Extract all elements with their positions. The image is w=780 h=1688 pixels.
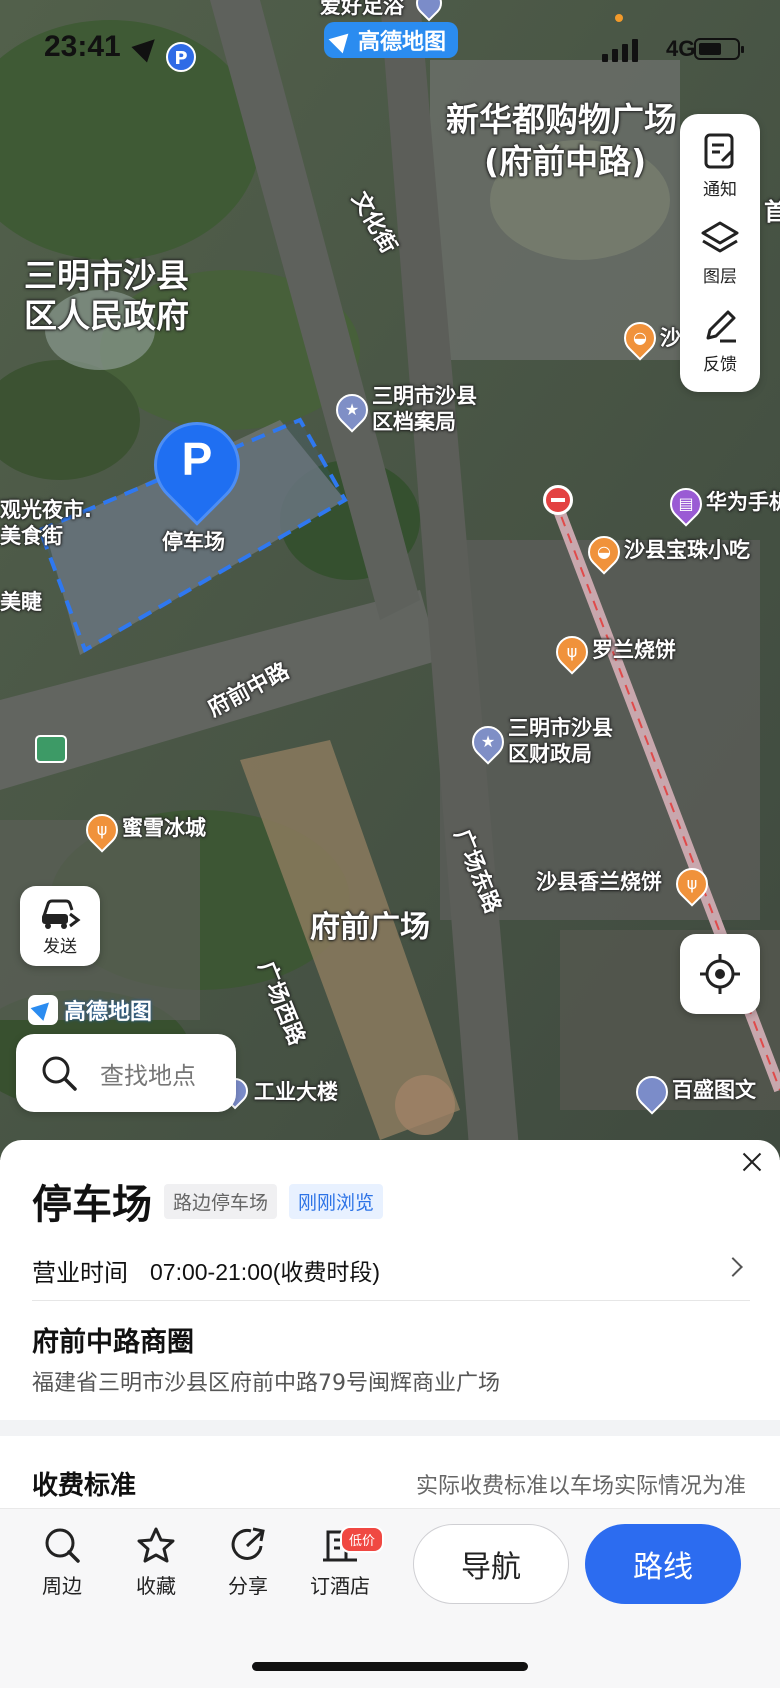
hours-value: 07:00-21:00(收费时段) <box>150 1259 381 1285</box>
poi-label-gongye[interactable]: 工业大楼 <box>254 1080 338 1105</box>
poi-label-baozhu[interactable]: 沙县宝珠小吃 <box>624 538 750 563</box>
chevron-right-icon <box>723 1257 743 1277</box>
nearby-button[interactable]: 周边 <box>22 1526 102 1599</box>
favorite-label: 收藏 <box>136 1574 176 1598</box>
place-type-tag: 路边停车场 <box>164 1183 278 1219</box>
layers-label: 图层 <box>703 267 737 288</box>
parking-p-glyph: P <box>181 433 213 485</box>
search-input[interactable]: 查找地点 <box>16 1034 236 1112</box>
government-label-1[interactable]: 三明市沙县 <box>24 256 189 296</box>
place-title-row: 停车场 路边停车场 刚刚浏览 <box>32 1172 384 1230</box>
no-entry-icon <box>543 485 573 515</box>
share-label: 分享 <box>228 1574 268 1598</box>
fee-note: 实际收费标准以车场实际情况为准 <box>415 1474 746 1499</box>
home-indicator[interactable] <box>252 1662 528 1671</box>
notify-label: 通知 <box>703 180 737 201</box>
plaza-label[interactable]: 府前广场 <box>310 910 430 946</box>
share-icon <box>231 1527 265 1560</box>
recently-viewed-tag: 刚刚浏览 <box>289 1183 384 1219</box>
star-icon <box>137 1527 175 1563</box>
finance-label-2[interactable]: 区财政局 <box>508 742 592 767</box>
map-tool-panel: 通知 图层 反馈 <box>680 114 760 392</box>
business-area-title: 府前中路商圈 <box>32 1327 194 1358</box>
night-market-label-1[interactable]: 观光夜市. <box>0 498 92 523</box>
bus-stop-icon[interactable] <box>35 735 67 763</box>
crosshair-icon <box>700 954 740 994</box>
poi-label-partial[interactable]: 首 <box>764 198 780 227</box>
parking-marker[interactable]: P <box>136 404 258 526</box>
poi-label-meijie[interactable]: 美睫 <box>0 590 42 615</box>
signal-strength-icon <box>602 36 638 62</box>
poi-label-partial[interactable]: 沙 <box>660 326 681 351</box>
send-to-car-button[interactable]: 发送 <box>20 886 100 966</box>
locate-me-button[interactable] <box>680 934 760 1014</box>
low-price-badge: 低价 <box>340 1526 385 1553</box>
share-button[interactable]: 分享 <box>208 1526 288 1599</box>
notice-icon <box>704 133 734 169</box>
divider <box>32 1300 750 1301</box>
status-time: 23:41 <box>44 30 121 63</box>
section-gap <box>0 1420 780 1436</box>
satellite-map[interactable]: 23:41 P 4G 高德地图 爱好足浴 新华都购物广场 (府前中路) 三明市沙… <box>0 0 780 1160</box>
feedback-label: 反馈 <box>703 354 737 375</box>
mall-label[interactable]: 新华都购物广场 <box>446 100 677 140</box>
favorite-button[interactable]: 收藏 <box>116 1526 196 1599</box>
amap-logo-top: 高德地图 <box>324 22 459 58</box>
map-imagery <box>0 0 780 1160</box>
night-market-label-2[interactable]: 美食街 <box>0 524 63 549</box>
search-icon <box>42 1056 77 1091</box>
amap-brand-text: 高德地图 <box>64 1000 153 1025</box>
poi-label-mixue[interactable]: 蜜雪冰城 <box>122 816 206 841</box>
hours-label: 营业时间 <box>32 1258 128 1287</box>
search-icon <box>45 1528 80 1563</box>
archive-label-2[interactable]: 区档案局 <box>372 410 456 435</box>
finance-label-1[interactable]: 三明市沙县 <box>508 716 613 741</box>
search-placeholder: 查找地点 <box>100 1061 196 1090</box>
parking-status-icon: P <box>166 42 196 72</box>
amap-arrow-icon <box>328 26 356 54</box>
business-hours-row[interactable]: 营业时间 07:00-21:00(收费时段) <box>32 1242 750 1298</box>
route-button[interactable]: 路线 <box>585 1524 741 1604</box>
network-type: 4G <box>666 36 696 61</box>
address-text: 福建省三明市沙县区府前中路79号闽辉商业广场 <box>32 1371 500 1396</box>
battery-icon <box>694 38 744 60</box>
poi-label-luolan[interactable]: 罗兰烧饼 <box>592 638 676 663</box>
car-send-icon <box>42 899 81 929</box>
nearby-label: 周边 <box>42 1574 82 1598</box>
hotel-label: 订酒店 <box>310 1574 370 1598</box>
send-label: 发送 <box>43 936 77 957</box>
close-button[interactable] <box>737 1148 767 1178</box>
pencil-icon <box>706 310 736 343</box>
amap-brand-text: 高德地图 <box>358 30 447 55</box>
poi-label-huawei[interactable]: 华为手机 <box>706 490 780 515</box>
navigate-button[interactable]: 导航 <box>413 1524 569 1604</box>
poi-label-xianglan[interactable]: 沙县香兰烧饼 <box>536 870 662 895</box>
amap-logo-icon <box>28 995 58 1025</box>
mall-sub-label[interactable]: (府前中路) <box>484 142 646 182</box>
notify-button[interactable]: 通知 <box>700 131 740 200</box>
poi-label[interactable]: 爱好足浴 <box>320 0 404 19</box>
archive-label-1[interactable]: 三明市沙县 <box>372 384 477 409</box>
privacy-indicator-dot <box>615 14 623 22</box>
government-label-2[interactable]: 区人民政府 <box>24 296 189 336</box>
place-title: 停车场 <box>32 1182 152 1228</box>
layers-icon <box>701 221 739 253</box>
fee-title: 收费标准 <box>32 1471 137 1501</box>
poi-label-baisheng[interactable]: 百盛图文 <box>672 1078 756 1103</box>
feedback-button[interactable]: 反馈 <box>700 306 740 375</box>
amap-logo-bottom: 高德地图 <box>28 994 152 1026</box>
layers-button[interactable]: 图层 <box>700 218 740 287</box>
parking-label[interactable]: 停车场 <box>162 530 225 555</box>
